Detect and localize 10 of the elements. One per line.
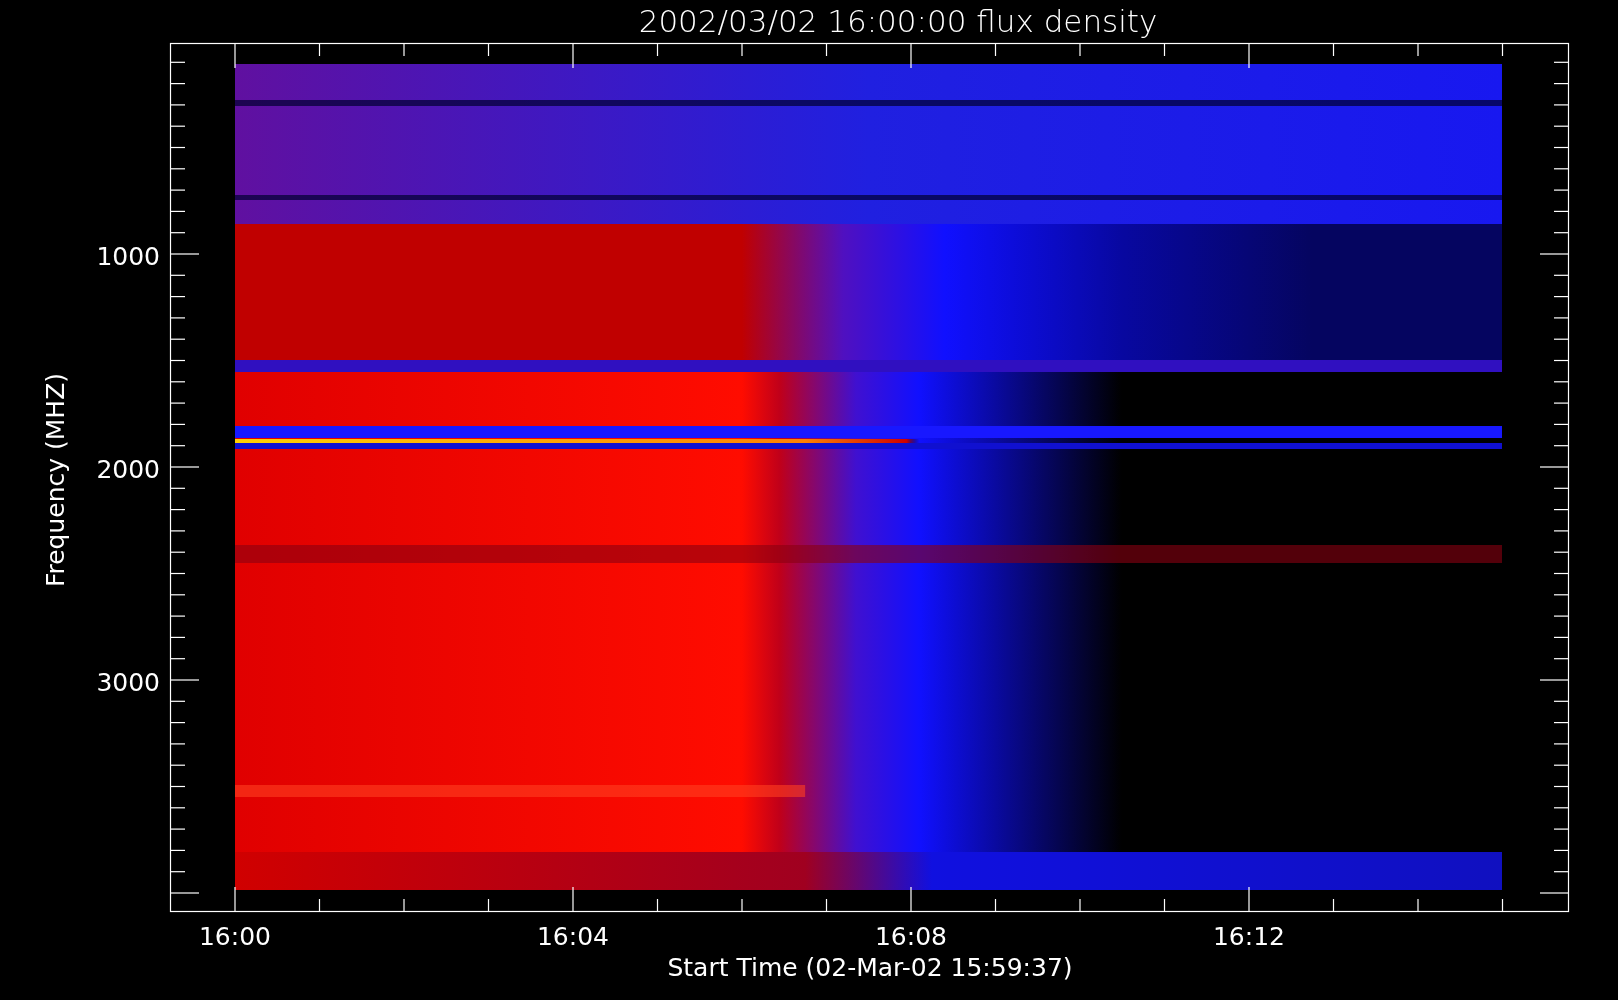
y-axis-label: Frequency (MHZ)	[41, 372, 70, 588]
plot-title: 2002/03/02 16:00:00 flux density	[638, 3, 1158, 39]
x-tick-label: 16:12	[1213, 922, 1285, 951]
x-tick-label: 16:00	[199, 922, 271, 951]
x-tick-label: 16:04	[537, 922, 609, 951]
y-tick-label: 3000	[96, 668, 160, 697]
x-axis-label: Start Time (02-Mar-02 15:59:37)	[667, 953, 1073, 982]
y-tick-label: 1000	[96, 242, 160, 271]
x-tick-label: 16:08	[875, 922, 947, 951]
y-tick-label: 2000	[96, 455, 160, 484]
